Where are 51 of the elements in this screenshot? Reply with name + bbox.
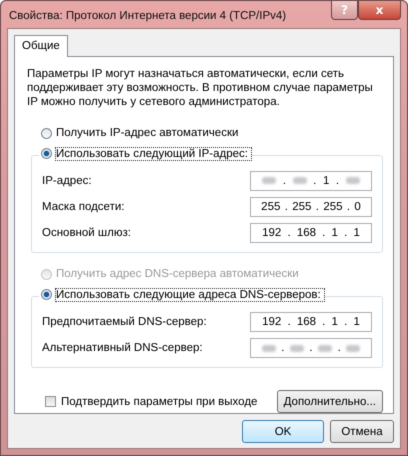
octet-separator: . [322, 316, 326, 328]
field-label: Маска подсети: [42, 200, 124, 213]
radio-label[interactable]: Использовать следующий IP-адрес: [56, 148, 251, 160]
octet-text: 255 [292, 200, 312, 213]
octet-separator: . [287, 316, 291, 328]
ip-address-field[interactable]: 192 . 168 . 1 . 1 [250, 222, 372, 243]
window-title: Свойства: Протокол Интернета версии 4 (TCP/IPv4) [8, 9, 288, 22]
octet-text: 1 [354, 226, 360, 239]
octet-separator: . [322, 226, 326, 239]
octet-text: 1 [354, 316, 360, 328]
octet-separator: . [281, 342, 284, 354]
ip-address-field[interactable]: . . 1 . [250, 170, 372, 191]
octet-text: 255 [261, 200, 280, 213]
radio-button[interactable] [41, 128, 52, 139]
tab[interactable]: Общие [14, 35, 68, 57]
octet-separator: . [313, 174, 316, 187]
octet-text: 192 [262, 316, 282, 328]
cancel-button[interactable]: Отмена [330, 420, 394, 443]
checkbox-label[interactable]: Подтвердить параметры при выходе [61, 396, 258, 408]
field-label: IP-адрес: [42, 174, 92, 187]
field-label: Основной шлюз: [42, 226, 131, 239]
radio-button[interactable] [41, 148, 52, 160]
octet-separator: . [316, 200, 319, 213]
octet-text: 192 [262, 226, 282, 239]
ip-address-field[interactable]: . . . [250, 338, 372, 358]
ok-button[interactable]: OK [242, 420, 324, 443]
octet-text: 1 [332, 316, 338, 328]
octet-text: 255 [323, 200, 343, 213]
octet-text: 0 [354, 200, 361, 213]
octet-text: 168 [296, 316, 316, 328]
octet-separator: . [344, 226, 348, 239]
octet-text: 168 [296, 226, 316, 239]
checkbox[interactable] [45, 396, 56, 407]
octet-separator: . [338, 342, 341, 354]
octet-separator: . [309, 342, 313, 354]
description-text: Параметры IP могут назначаться автоматически, если сеть поддерживает эту возможность. В противном случае параметры IP можно получить у сетевого администратора. [27, 67, 374, 109]
radio-button[interactable] [41, 289, 52, 300]
octet-separator: . [336, 174, 340, 187]
advanced-button[interactable]: Дополнительно... [276, 390, 383, 413]
octet-text: 1 [332, 226, 338, 239]
octet-separator: . [284, 200, 288, 213]
ip-address-field[interactable]: 255 . 255 . 255 . 0 [250, 196, 372, 217]
octet-separator: . [344, 316, 348, 328]
octet-separator: . [282, 174, 286, 187]
field-label: Предпочитаемый DNS-сервер: [42, 316, 207, 328]
field-label: Альтернативный DNS-сервер: [42, 342, 203, 354]
ip-address-field[interactable]: 192 . 168 . 1 . 1 [250, 312, 372, 332]
octet-text: 1 [322, 174, 330, 187]
octet-separator: . [346, 200, 350, 213]
radio-label[interactable]: Использовать следующие адреса DNS-серверов: [56, 288, 324, 301]
octet-separator: . [287, 226, 291, 239]
